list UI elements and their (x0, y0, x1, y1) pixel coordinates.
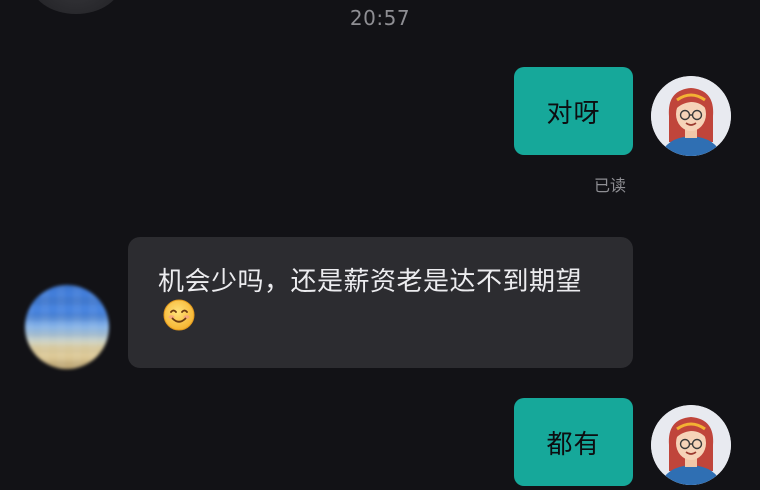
woman-avatar-icon (651, 405, 731, 485)
read-receipt: 已读 (594, 176, 627, 195)
chat-screen: 20:57 对呀 已读 机会少吗，还是薪资老是达不到期望 都有 (0, 0, 760, 490)
message-text: 都有 (546, 429, 601, 460)
woman-avatar-icon (651, 76, 731, 156)
outgoing-message-bubble[interactable]: 都有 (514, 398, 633, 486)
user-avatar[interactable] (651, 76, 731, 156)
contact-avatar[interactable] (25, 285, 109, 369)
smiling-face-emoji-icon (162, 298, 196, 345)
user-avatar[interactable] (651, 405, 731, 485)
outgoing-message-bubble[interactable]: 对呀 (514, 67, 633, 155)
message-timestamp: 20:57 (349, 6, 411, 30)
message-text: 对呀 (546, 98, 601, 129)
message-text: 机会少吗，还是薪资老是达不到期望 (158, 267, 583, 297)
incoming-message-bubble[interactable]: 机会少吗，还是薪资老是达不到期望 (128, 237, 633, 368)
